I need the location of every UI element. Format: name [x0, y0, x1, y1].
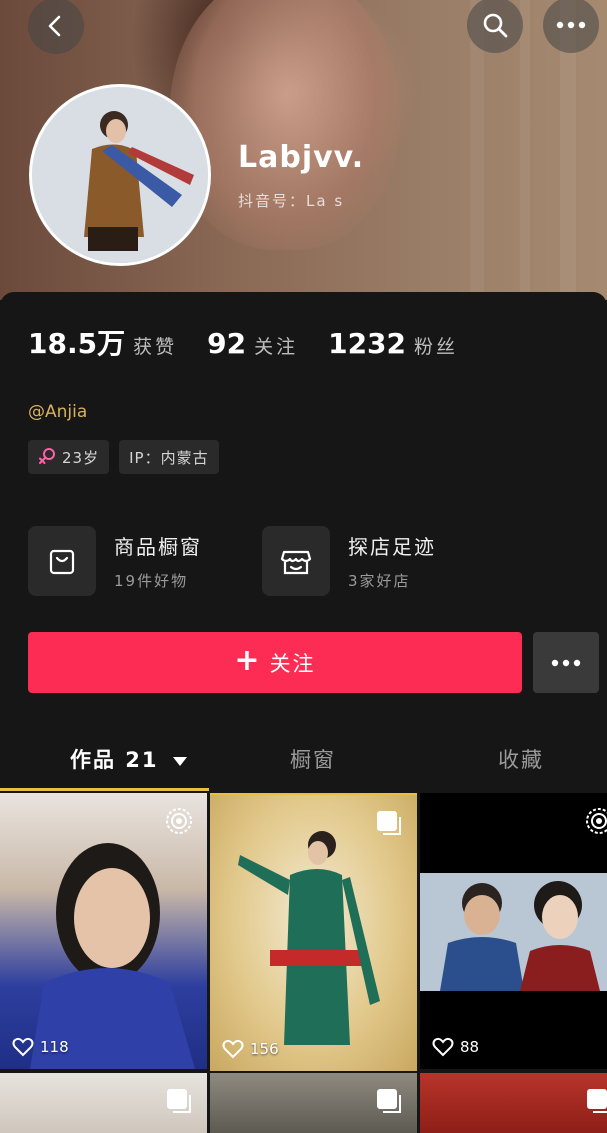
age-tag: 23岁	[28, 440, 110, 474]
avatar-photo	[32, 87, 208, 263]
multi-image-icon	[587, 1089, 607, 1113]
heart-icon	[432, 1037, 454, 1057]
follow-label: 关注	[269, 651, 316, 676]
multi-image-icon	[167, 1089, 191, 1113]
like-count-value: 118	[40, 1038, 69, 1056]
video-thumbnail[interactable]	[0, 1073, 207, 1133]
tab-label: 作品 21	[70, 748, 159, 772]
feature-title: 探店足迹	[348, 535, 436, 559]
feature-store-visits[interactable]: 探店足迹 3家好店	[262, 526, 436, 596]
back-button[interactable]	[28, 0, 84, 54]
banner-portrait	[170, 0, 400, 250]
like-count: 156	[222, 1039, 279, 1059]
storefront-icon	[280, 550, 312, 575]
heart-icon	[222, 1039, 244, 1059]
multi-image-icon	[377, 811, 401, 835]
stat-label: 粉丝	[414, 336, 459, 358]
profile-tags: 23岁 IP：内蒙古	[28, 440, 229, 474]
live-photo-icon	[586, 808, 607, 834]
stat-followers[interactable]: 1232 粉丝	[328, 327, 458, 360]
feature-icon-box	[28, 526, 96, 596]
multi-image-icon	[377, 1089, 401, 1113]
video-thumbnail[interactable]: 156	[210, 793, 417, 1071]
feature-title: 商品橱窗	[114, 535, 202, 559]
tab-works[interactable]: 作品 21	[70, 744, 188, 774]
search-icon	[483, 13, 508, 38]
stat-label: 获赞	[133, 336, 178, 358]
tab-showcase[interactable]: 橱窗	[290, 744, 336, 774]
like-count-value: 88	[460, 1038, 480, 1056]
feature-subtitle: 3家好店	[348, 572, 411, 590]
avatar[interactable]	[29, 84, 211, 266]
like-count-value: 156	[250, 1040, 279, 1058]
more-actions-button[interactable]	[533, 632, 599, 693]
stat-label: 关注	[254, 336, 299, 358]
stat-likes[interactable]: 18.5万 获赞	[28, 322, 177, 362]
thumbnail-image	[420, 873, 607, 991]
more-dots-icon	[556, 21, 586, 29]
feature-icon-box	[262, 526, 330, 596]
feature-subtitle: 19件好物	[114, 572, 189, 590]
content-tabs: 作品 21 橱窗 收藏	[0, 736, 607, 786]
age-label: 23岁	[62, 448, 100, 467]
female-icon	[39, 448, 55, 464]
heart-icon	[12, 1037, 34, 1057]
shopping-bag-icon	[49, 549, 75, 575]
ip-tag: IP：内蒙古	[119, 440, 219, 474]
caret-down-icon	[172, 757, 187, 766]
feature-showcase[interactable]: 商品橱窗 19件好物	[28, 526, 202, 596]
like-count: 118	[12, 1037, 69, 1057]
plus-icon: +	[234, 643, 262, 678]
stat-value: 18.5万	[28, 327, 126, 360]
live-photo-icon	[166, 808, 192, 834]
tab-favorites[interactable]: 收藏	[498, 744, 544, 774]
video-thumbnail[interactable]: 118	[0, 793, 207, 1069]
ip-label: IP：内蒙古	[129, 448, 209, 467]
mention-link[interactable]: @Anjia	[28, 402, 87, 422]
stat-value: 92	[207, 327, 247, 360]
video-thumbnail[interactable]	[420, 1073, 607, 1133]
douyin-id[interactable]: 抖音号：La s	[238, 190, 344, 211]
stat-following[interactable]: 92 关注	[207, 327, 298, 360]
like-count: 88	[432, 1037, 479, 1057]
video-thumbnail[interactable]: 88	[420, 793, 607, 1069]
nickname: Labjvv.	[238, 140, 365, 175]
more-dots-icon	[551, 659, 581, 666]
follow-button[interactable]: + 关注	[28, 632, 522, 693]
stat-value: 1232	[328, 327, 407, 360]
tab-indicator	[0, 788, 209, 791]
stats-row: 18.5万 获赞 92 关注 1232 粉丝	[28, 322, 488, 362]
video-thumbnail[interactable]	[210, 1073, 417, 1133]
back-arrow-icon	[48, 15, 61, 37]
